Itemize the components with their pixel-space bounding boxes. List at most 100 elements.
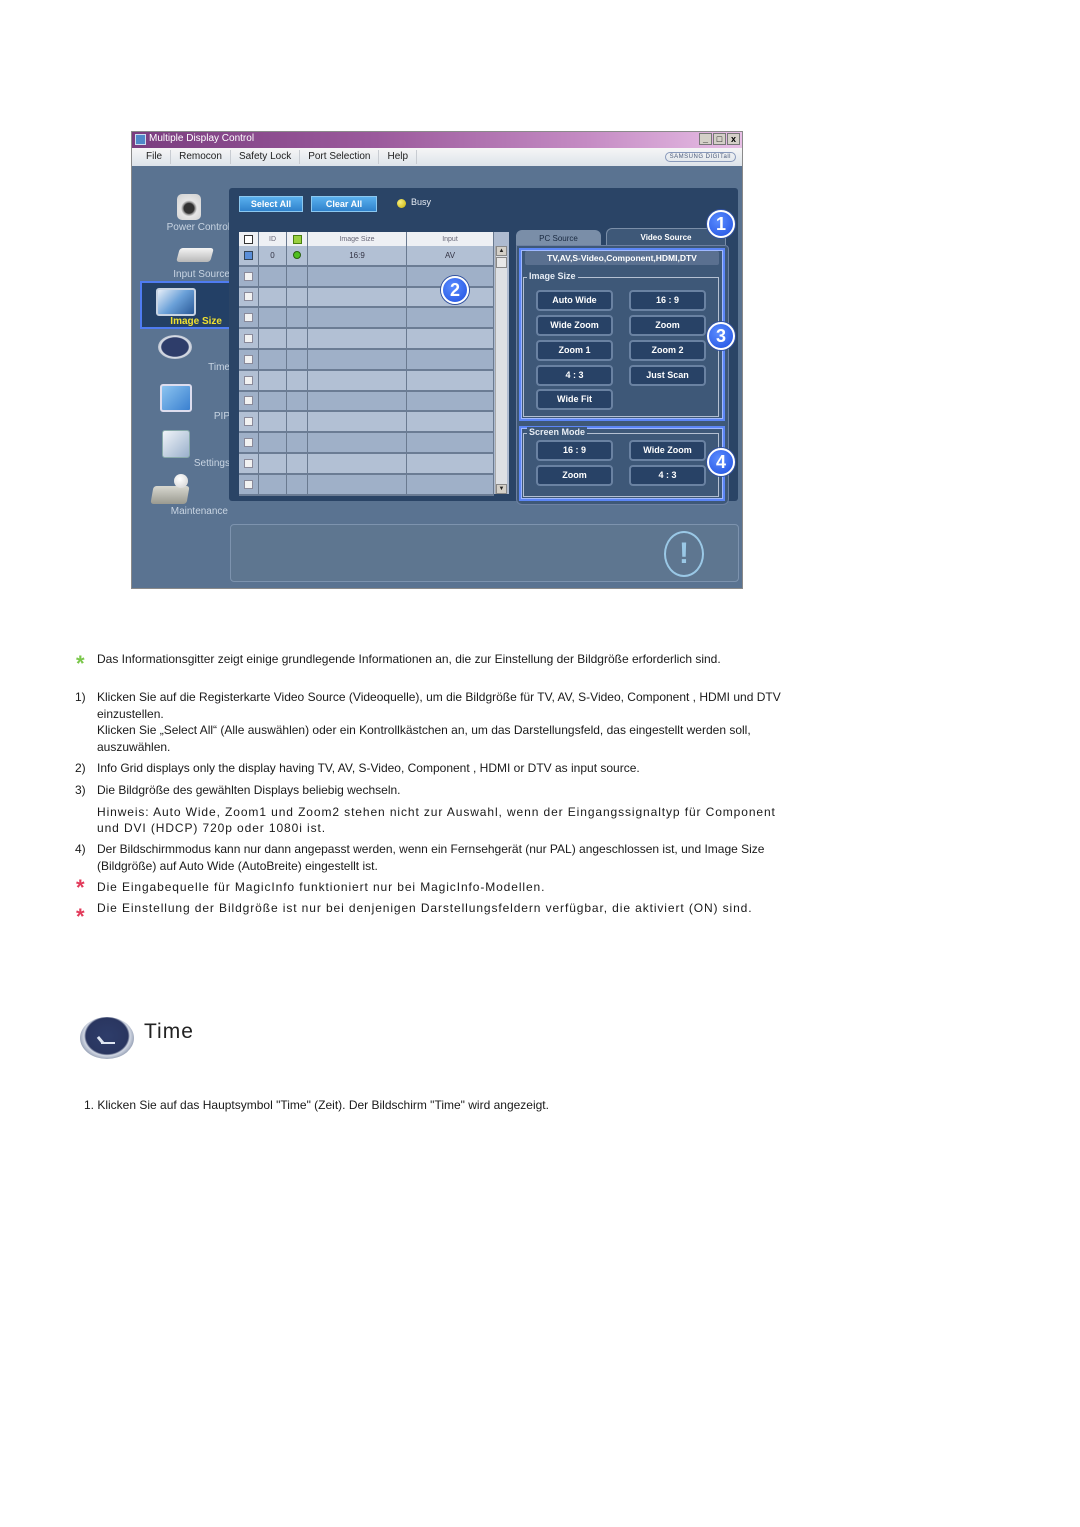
- step-3: 3) Die Bildgröße des gewählten Displays …: [75, 782, 797, 837]
- row-checkbox[interactable]: [244, 375, 253, 385]
- row-checkbox[interactable]: [244, 417, 253, 427]
- table-row[interactable]: [239, 474, 494, 496]
- row-checkbox-cell[interactable]: [239, 391, 259, 411]
- row-checkbox-cell[interactable]: [239, 287, 259, 307]
- nav-input-source[interactable]: Input Source: [142, 238, 234, 282]
- close-button[interactable]: x: [727, 133, 740, 145]
- busy-indicator-icon: [397, 199, 406, 208]
- table-row[interactable]: [239, 454, 494, 475]
- menu-remocon[interactable]: Remocon: [171, 150, 231, 164]
- screen-mode-legend: Screen Mode: [527, 427, 588, 437]
- nav-maintenance[interactable]: Maintenance: [142, 474, 234, 520]
- app-screenshot-window: Multiple Display Control _ □ x File Remo…: [131, 131, 743, 589]
- nav-label: Time: [208, 362, 230, 373]
- row-id: [259, 454, 287, 473]
- minimize-button[interactable]: _: [699, 133, 712, 145]
- row-checkbox[interactable]: [244, 479, 253, 489]
- row-checkbox[interactable]: [244, 396, 253, 406]
- step-2: 2) Info Grid displays only the display h…: [75, 760, 797, 777]
- menu-file[interactable]: File: [138, 150, 172, 164]
- step-text: Klicken Sie auf die Registerkarte Video …: [97, 690, 781, 721]
- menu-help[interactable]: Help: [379, 150, 418, 164]
- row-checkbox[interactable]: [244, 458, 253, 468]
- select-all-button[interactable]: Select All: [239, 196, 303, 212]
- step-text: Info Grid displays only the display havi…: [97, 761, 640, 775]
- table-row[interactable]: [239, 433, 494, 454]
- step-4: 4) Der Bildschirmmodus kann nur dann ang…: [75, 841, 797, 874]
- settings-box-icon: [162, 430, 190, 458]
- row-id: [259, 308, 287, 328]
- row-checkbox-cell[interactable]: [239, 350, 259, 369]
- row-checkbox[interactable]: [244, 438, 253, 448]
- row-checkbox-cell[interactable]: [239, 370, 259, 390]
- input-device-icon: [176, 248, 214, 262]
- menu-port-selection[interactable]: Port Selection: [300, 150, 380, 164]
- row-checkbox[interactable]: [244, 292, 253, 302]
- row-checkbox[interactable]: [244, 313, 253, 323]
- row-id: [259, 474, 287, 494]
- nav-time[interactable]: Time: [142, 332, 234, 378]
- image-size-wide-fit-button[interactable]: Wide Fit: [536, 389, 613, 410]
- nav-power-control[interactable]: Power Control: [142, 190, 234, 234]
- row-input: [407, 454, 494, 473]
- screen-mode-16-9-button[interactable]: 16 : 9: [536, 440, 613, 461]
- nav-pip[interactable]: PIP: [142, 382, 234, 428]
- clear-all-button[interactable]: Clear All: [311, 196, 377, 212]
- row-checkbox-cell[interactable]: [239, 433, 259, 452]
- image-size-zoom-button[interactable]: Zoom: [629, 315, 706, 336]
- table-row[interactable]: [239, 412, 494, 434]
- image-size-auto-wide-button[interactable]: Auto Wide: [536, 290, 613, 311]
- row-checkbox[interactable]: [244, 334, 253, 344]
- note-on-displays: * Die Einstellung der Bildgröße ist nur …: [76, 900, 797, 928]
- row-image-size: [308, 433, 407, 452]
- image-size-wide-zoom-button[interactable]: Wide Zoom: [536, 315, 613, 336]
- table-row[interactable]: [239, 350, 494, 371]
- row-status: [287, 266, 308, 286]
- row-input: [407, 329, 494, 348]
- row-checkbox-cell[interactable]: [239, 266, 259, 286]
- note-text: Das Informationsgitter zeigt einige grun…: [97, 652, 721, 666]
- table-row[interactable]: 0 16:9 AV: [239, 246, 494, 267]
- row-status: [287, 433, 308, 452]
- row-input: [407, 412, 494, 432]
- row-input: [407, 350, 494, 369]
- row-checkbox[interactable]: [244, 271, 253, 281]
- grid-scrollbar[interactable]: ▲ ▼: [495, 246, 507, 494]
- samsung-logo: SAMSUNG DIGITall: [664, 152, 736, 162]
- row-checkbox-cell[interactable]: [239, 246, 259, 265]
- table-row[interactable]: [239, 370, 494, 392]
- nav-label: Power Control: [166, 222, 230, 233]
- screen-mode-wide-zoom-button[interactable]: Wide Zoom: [629, 440, 706, 461]
- image-size-zoom2-button[interactable]: Zoom 2: [629, 340, 706, 361]
- image-size-zoom1-button[interactable]: Zoom 1: [536, 340, 613, 361]
- row-checkbox-cell[interactable]: [239, 454, 259, 473]
- nav-image-size[interactable]: Image Size: [140, 281, 232, 329]
- image-size-just-scan-button[interactable]: Just Scan: [629, 365, 706, 386]
- row-checkbox-cell[interactable]: [239, 474, 259, 494]
- note-text: Die Einstellung der Bildgröße ist nur be…: [97, 901, 753, 915]
- step-1: 1) Klicken Sie auf die Registerkarte Vid…: [75, 689, 797, 755]
- row-id: [259, 329, 287, 348]
- row-checkbox-cell[interactable]: [239, 308, 259, 328]
- header-id: ID: [259, 232, 287, 246]
- scroll-thumb[interactable]: [496, 257, 507, 268]
- maximize-button[interactable]: □: [713, 133, 726, 145]
- row-checkbox[interactable]: [244, 250, 253, 260]
- scroll-down-button[interactable]: ▼: [496, 484, 507, 494]
- screen-mode-zoom-button[interactable]: Zoom: [536, 465, 613, 486]
- image-size-4-3-button[interactable]: 4 : 3: [536, 365, 613, 386]
- row-checkbox-cell[interactable]: [239, 412, 259, 432]
- header-select-all-checkbox[interactable]: [239, 232, 259, 246]
- callout-1: 1: [707, 210, 735, 238]
- menu-safety-lock[interactable]: Safety Lock: [231, 150, 301, 164]
- table-row[interactable]: [239, 329, 494, 350]
- note-info-grid: * Das Informationsgitter zeigt einige gr…: [76, 651, 797, 675]
- scroll-up-button[interactable]: ▲: [496, 246, 507, 256]
- row-checkbox-cell[interactable]: [239, 329, 259, 348]
- row-checkbox[interactable]: [244, 354, 253, 364]
- image-size-16-9-button[interactable]: 16 : 9: [629, 290, 706, 311]
- screen-mode-4-3-button[interactable]: 4 : 3: [629, 465, 706, 486]
- nav-settings[interactable]: Settings: [142, 428, 234, 474]
- table-row[interactable]: [239, 391, 494, 413]
- table-row[interactable]: [239, 308, 494, 330]
